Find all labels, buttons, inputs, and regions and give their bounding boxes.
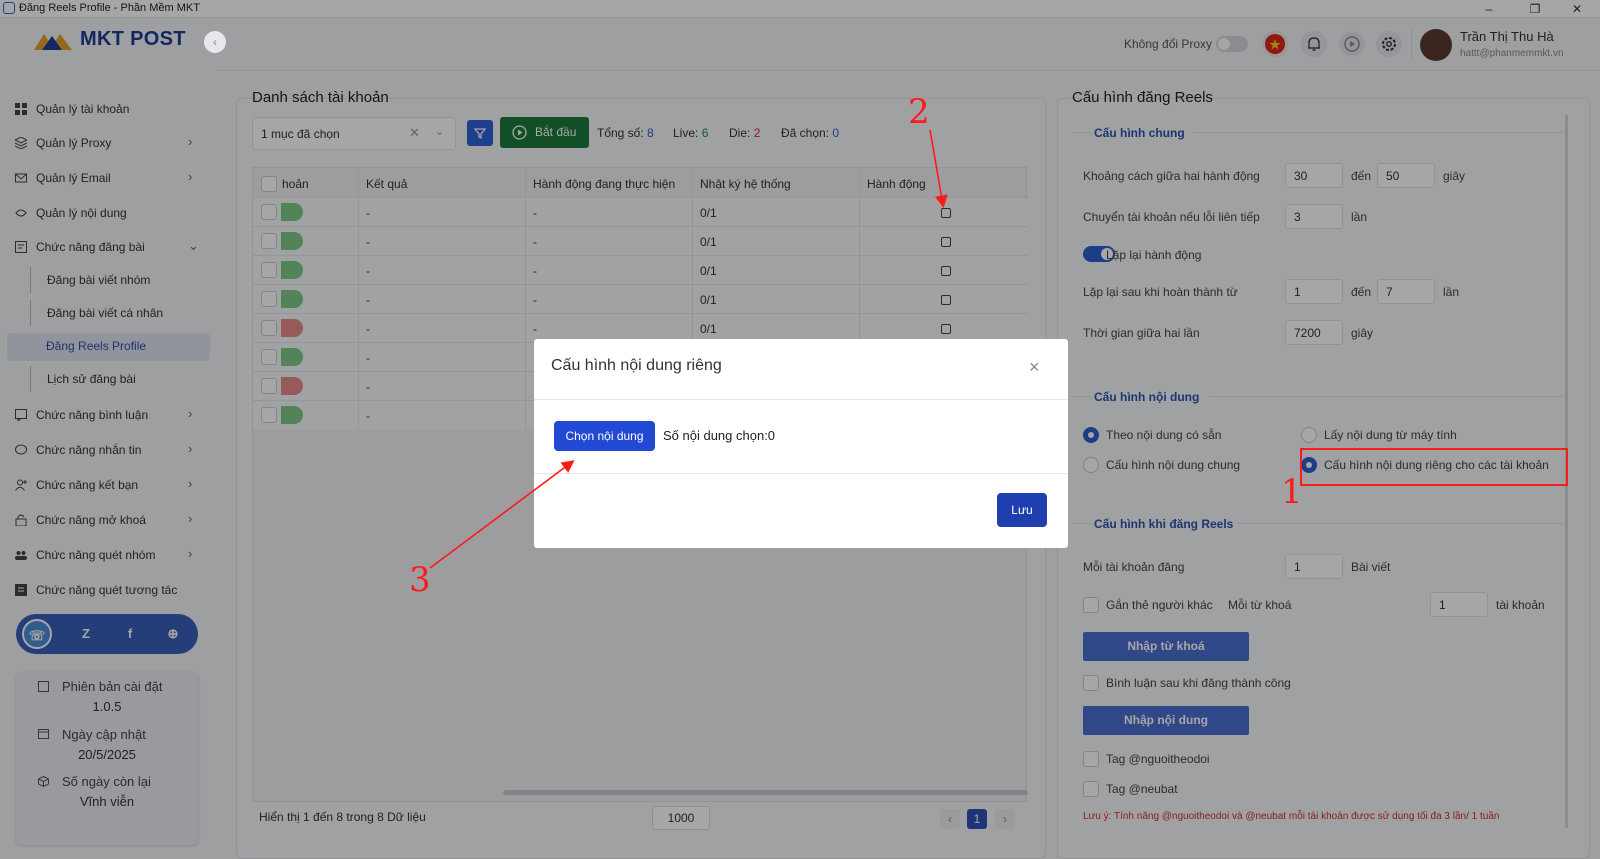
modal-title: Cấu hình nội dung riêng [551,357,722,374]
save-button[interactable]: Lưu [997,493,1047,527]
annotation-number-3: 3 [409,560,431,600]
choose-content-button[interactable]: Chọn nội dung [554,421,655,451]
modal-divider [534,399,1068,400]
annotation-highlight-box [1300,448,1568,486]
sidebar-collapse-button[interactable]: ‹ [204,31,226,53]
annotation-number-2: 2 [908,92,930,132]
private-content-modal: Cấu hình nội dung riêng × Chọn nội dung … [534,339,1068,548]
modal-divider [534,473,1068,474]
annotation-number-1: 1 [1281,472,1303,512]
close-icon[interactable]: × [1029,357,1040,378]
selected-content-count: Số nội dung chọn:0 [663,428,776,443]
